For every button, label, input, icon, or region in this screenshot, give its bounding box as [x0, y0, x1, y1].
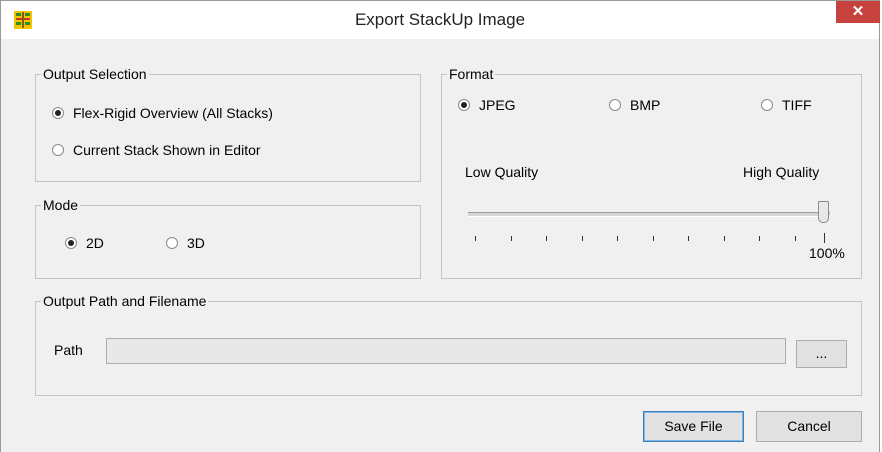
radio-tiff[interactable]: TIFF [761, 97, 812, 113]
low-quality-label: Low Quality [465, 164, 539, 180]
radio-flex-rigid-overview[interactable]: Flex-Rigid Overview (All Stacks) [52, 105, 273, 121]
radio-jpeg[interactable]: JPEG [458, 97, 516, 113]
radio-2d[interactable]: 2D [65, 235, 104, 251]
slider-tick [653, 236, 654, 241]
export-dialog: Export StackUp Image ✕ Output Selection … [0, 0, 880, 452]
output-selection-group: Output Selection [35, 66, 421, 182]
radio-button-checked[interactable] [65, 237, 77, 249]
radio-label: 2D [86, 235, 104, 251]
path-input[interactable] [106, 338, 786, 364]
radio-button-checked[interactable] [458, 99, 470, 111]
radio-3d[interactable]: 3D [166, 235, 205, 251]
radio-label: Current Stack Shown in Editor [73, 142, 261, 158]
high-quality-label: High Quality [743, 164, 820, 180]
output-path-legend: Output Path and Filename [41, 293, 209, 309]
title-bar: Export StackUp Image ✕ [1, 1, 880, 39]
save-file-label: Save File [664, 418, 723, 434]
radio-label: TIFF [782, 97, 812, 113]
slider-tick [617, 236, 618, 241]
window-title: Export StackUp Image [354, 10, 526, 29]
radio-button[interactable] [52, 144, 64, 156]
browse-button[interactable]: ... [796, 340, 847, 368]
radio-button-checked[interactable] [52, 107, 64, 119]
radio-label: JPEG [479, 97, 516, 113]
mode-legend: Mode [41, 197, 81, 213]
slider-tick [795, 236, 796, 241]
cancel-button[interactable]: Cancel [756, 411, 862, 442]
slider-tick [582, 236, 583, 241]
quality-value: 100% [809, 245, 845, 261]
radio-button[interactable] [761, 99, 773, 111]
browse-button-label: ... [815, 345, 828, 361]
close-icon: ✕ [851, 3, 865, 20]
slider-tick [688, 236, 689, 241]
slider-tick [824, 233, 825, 243]
slider-tick [546, 236, 547, 241]
path-label: Path [54, 342, 83, 358]
slider-tick [724, 236, 725, 241]
radio-label: Flex-Rigid Overview (All Stacks) [73, 105, 273, 121]
output-selection-legend: Output Selection [41, 66, 149, 82]
save-file-button[interactable]: Save File [643, 411, 744, 442]
format-legend: Format [447, 66, 496, 82]
slider-tick [511, 236, 512, 241]
radio-label: 3D [187, 235, 205, 251]
cancel-label: Cancel [787, 418, 831, 434]
radio-button[interactable] [166, 237, 178, 249]
close-button[interactable]: ✕ [836, 1, 880, 23]
slider-tick [759, 236, 760, 241]
radio-label: BMP [630, 97, 661, 113]
quality-slider-track[interactable] [468, 212, 830, 217]
radio-current-stack[interactable]: Current Stack Shown in Editor [52, 142, 261, 158]
radio-button[interactable] [609, 99, 621, 111]
slider-tick [475, 236, 476, 241]
quality-slider-thumb[interactable] [818, 201, 829, 223]
radio-bmp[interactable]: BMP [609, 97, 660, 113]
